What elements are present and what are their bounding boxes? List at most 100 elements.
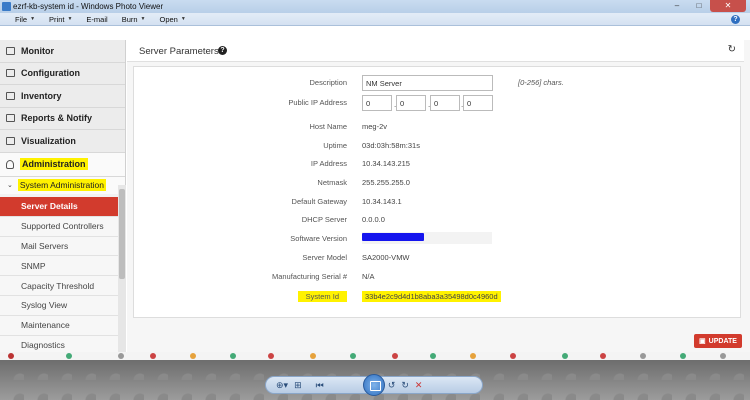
strip-icon — [680, 353, 686, 359]
public-ip-octet-2[interactable]: 0 — [396, 95, 426, 111]
help-icon[interactable]: ? — [218, 46, 227, 55]
sidebar: Monitor Configuration Inventory Reports … — [0, 40, 126, 356]
save-icon: ▣ — [699, 338, 706, 345]
public-ip-octet-1[interactable]: 0 — [362, 95, 392, 111]
redaction-mark — [362, 233, 424, 241]
maximize-button[interactable]: □ — [688, 0, 710, 12]
server-model-label: Server Model — [302, 253, 347, 262]
row-public-ip: Public IP Address 0 . 0 . 0 . 0 — [134, 94, 742, 112]
sidebar-item-administration[interactable]: Administration — [0, 152, 125, 177]
dhcp-label: DHCP Server — [301, 215, 347, 224]
serial-value: N/A — [362, 272, 375, 281]
menu-open[interactable]: Open ▼ — [152, 15, 192, 24]
photo-viewer-menubar: File ▼ Print ▼ E-mail Burn ▼ Open ▼ — [0, 13, 750, 26]
person-icon — [6, 159, 14, 169]
public-ip-octet-3[interactable]: 0 — [430, 95, 460, 111]
window-controls: – □ ✕ — [666, 0, 746, 12]
page-title: Server Parameters — [139, 46, 219, 57]
strip-icon — [118, 353, 124, 359]
sidebar-item-supported-controllers[interactable]: Supported Controllers — [0, 216, 118, 237]
previous-icon[interactable]: ⏮ — [316, 380, 324, 391]
folder-icon — [6, 91, 15, 100]
monitor-icon — [6, 46, 15, 55]
rotate-left-icon[interactable]: ↺ — [388, 380, 396, 391]
strip-icon — [562, 353, 568, 359]
monitor-icon — [6, 136, 15, 145]
sidebar-scrollbar[interactable] — [118, 185, 126, 352]
folder-icon — [6, 114, 15, 123]
photo-viewer-app-icon — [2, 2, 11, 11]
menu-file[interactable]: File ▼ — [8, 15, 42, 24]
description-hint: [0-256] chars. — [518, 78, 564, 87]
sidebar-item-label: Configuration — [21, 68, 80, 79]
update-button[interactable]: ▣ UPDATE — [694, 334, 742, 348]
sidebar-item-reports-notify[interactable]: Reports & Notify — [0, 107, 125, 130]
menu-burn[interactable]: Burn ▼ — [115, 15, 153, 24]
zoom-icon[interactable]: ⊕▾ — [276, 380, 288, 391]
sidebar-item-label: Reports & Notify — [21, 113, 93, 124]
server-parameters-form: Description NM Server [0-256] chars. Pub… — [133, 66, 741, 318]
system-administration-menu: Server Details Supported Controllers Mai… — [0, 197, 118, 356]
sidebar-item-snmp[interactable]: SNMP — [0, 256, 118, 277]
delete-icon[interactable]: ✕ — [415, 380, 423, 391]
menu-email-label: E-mail — [86, 14, 108, 24]
sidebar-item-maintenance[interactable]: Maintenance — [0, 315, 118, 336]
slideshow-icon[interactable] — [363, 374, 385, 396]
serial-label: Manufacturing Serial # — [271, 272, 347, 281]
main-content: Server Parameters ? ↻ Description NM Ser… — [127, 40, 750, 352]
public-ip-label: Public IP Address — [288, 98, 347, 107]
menu-email[interactable]: E-mail — [79, 15, 114, 24]
viewer-help-icon[interactable]: ? — [731, 15, 740, 24]
menu-print-label: Print — [49, 14, 65, 24]
chevron-down-icon: ▼ — [30, 16, 36, 22]
sidebar-item-server-details[interactable]: Server Details — [0, 197, 118, 217]
gateway-value: 10.34.143.1 — [362, 197, 402, 206]
sidebar-item-inventory[interactable]: Inventory — [0, 85, 125, 108]
minimize-button[interactable]: – — [666, 0, 688, 12]
chevron-down-icon: ▼ — [140, 16, 146, 22]
system-id-label: System Id — [297, 291, 347, 302]
uptime-label: Uptime — [323, 141, 347, 150]
menu-print[interactable]: Print ▼ — [42, 15, 79, 24]
dhcp-value: 0.0.0.0 — [362, 215, 385, 224]
sidebar-item-label: Administration — [20, 158, 88, 170]
strip-icon — [310, 353, 316, 359]
panel-header: Server Parameters ? ↻ — [127, 40, 744, 62]
sidebar-item-label: Monitor — [21, 45, 54, 56]
sidebar-item-visualization[interactable]: Visualization — [0, 130, 125, 153]
fit-icon[interactable]: ⊞ — [294, 380, 302, 391]
host-name-label: Host Name — [309, 122, 347, 131]
row-netmask: Netmask 255.255.255.0 — [134, 174, 742, 192]
rotate-right-icon[interactable]: ↻ — [401, 380, 409, 391]
public-ip-octet-4[interactable]: 0 — [463, 95, 493, 111]
row-uptime: Uptime 03d:03h:58m:31s — [134, 137, 742, 155]
sidebar-item-capacity-threshold[interactable]: Capacity Threshold — [0, 276, 118, 296]
strip-icon — [720, 353, 726, 359]
strip-icon — [350, 353, 356, 359]
refresh-icon[interactable]: ↻ — [728, 44, 736, 55]
chevron-down-icon: ▼ — [67, 16, 73, 22]
strip-icon — [150, 353, 156, 359]
description-input[interactable]: NM Server — [362, 75, 493, 91]
row-host-name: Host Name meg-2v — [134, 118, 742, 136]
menu-burn-label: Burn — [121, 14, 138, 24]
scrollbar-thumb[interactable] — [119, 189, 125, 279]
menu-open-label: Open — [159, 14, 178, 24]
strip-icon — [66, 353, 72, 359]
sidebar-item-configuration[interactable]: Configuration — [0, 62, 125, 85]
strip-icon — [268, 353, 274, 359]
sidebar-item-syslog-view[interactable]: Syslog View — [0, 295, 118, 316]
sidebar-group-system-administration[interactable]: ⌄ System Administration — [0, 176, 125, 194]
strip-icon — [8, 353, 14, 359]
folder-icon — [6, 69, 15, 78]
gateway-label: Default Gateway — [291, 197, 347, 206]
ip-address-label: IP Address — [310, 159, 347, 168]
sidebar-item-monitor[interactable]: Monitor — [0, 40, 125, 63]
window-titlebar: ezrf-kb-system id - Windows Photo Viewer… — [0, 0, 750, 13]
row-software-version: Software Version — [134, 230, 742, 248]
app-content: Monitor Configuration Inventory Reports … — [0, 40, 750, 356]
row-server-model: Server Model SA2000-VMW — [134, 249, 742, 267]
strip-icon — [190, 353, 196, 359]
sidebar-item-mail-servers[interactable]: Mail Servers — [0, 236, 118, 257]
close-button[interactable]: ✕ — [710, 0, 746, 12]
